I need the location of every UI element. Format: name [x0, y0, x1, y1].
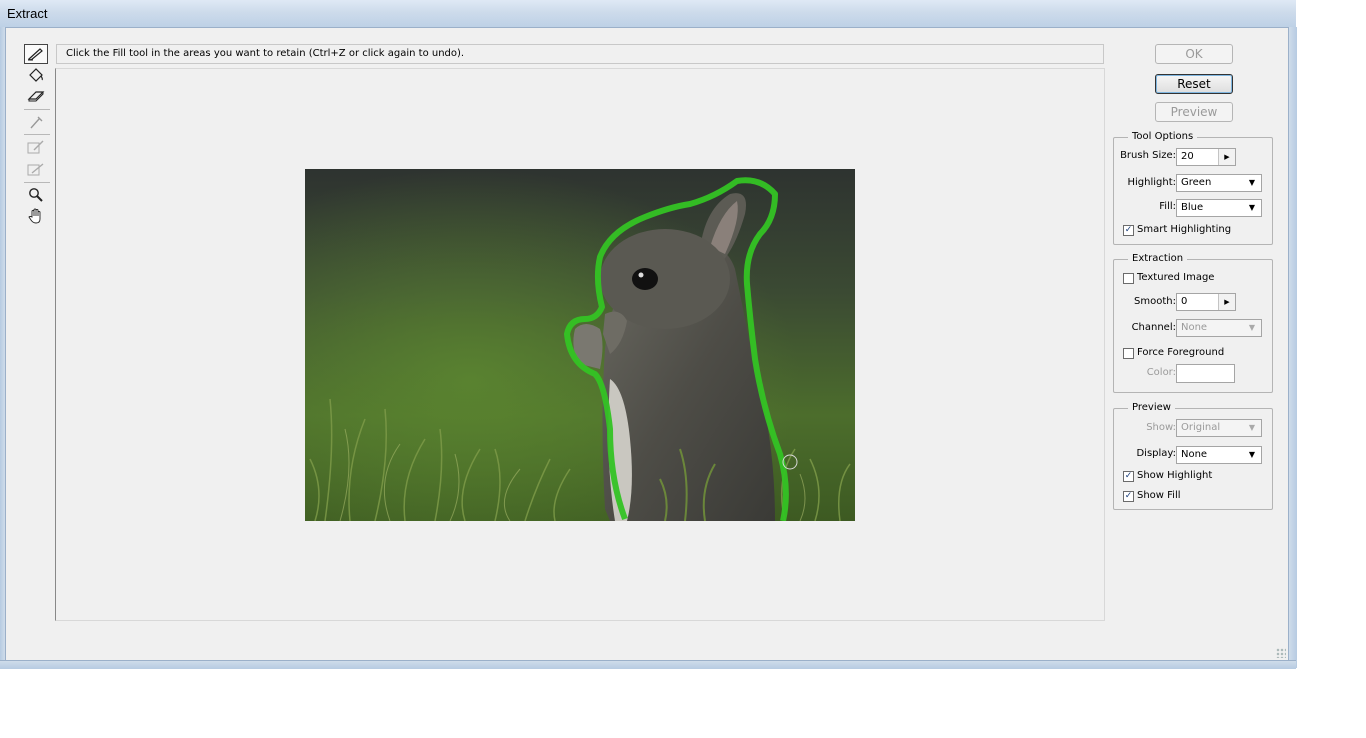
textured-image-checkbox[interactable]	[1123, 273, 1134, 284]
preview-button[interactable]: Preview	[1155, 102, 1233, 122]
brush-size-field[interactable]: 20 ▶	[1176, 148, 1236, 166]
resize-grip[interactable]	[1276, 648, 1286, 658]
window-title: Extract	[7, 6, 48, 21]
force-foreground-checkbox[interactable]	[1123, 348, 1134, 359]
chevron-down-icon: ▼	[1248, 323, 1256, 332]
cleanup-icon	[27, 140, 44, 154]
smooth-slider-arrow-icon[interactable]: ▶	[1218, 294, 1235, 310]
extraction-title: Extraction	[1128, 253, 1188, 264]
preview-title: Preview	[1128, 402, 1175, 413]
edge-touchup-tool[interactable]	[24, 159, 48, 179]
display-select[interactable]: None ▼	[1176, 446, 1262, 464]
smooth-label: Smooth:	[1134, 296, 1176, 307]
extract-dialog: Extract Click the Fill tool in the areas…	[0, 0, 1297, 669]
brush-size-label: Brush Size:	[1120, 150, 1176, 161]
color-label: Color:	[1146, 367, 1176, 378]
smart-highlighting-label[interactable]: Smart Highlighting	[1137, 224, 1231, 235]
show-highlight-label[interactable]: Show Highlight	[1137, 470, 1212, 481]
textured-image-label[interactable]: Textured Image	[1137, 272, 1214, 283]
edge-touchup-icon	[27, 163, 44, 176]
edge-highlighter-icon	[27, 48, 43, 61]
show-fill-label[interactable]: Show Fill	[1137, 490, 1181, 501]
zoom-tool[interactable]	[24, 185, 48, 205]
chevron-down-icon: ▼	[1248, 423, 1256, 432]
color-swatch[interactable]	[1176, 364, 1235, 383]
eraser-tool[interactable]	[24, 86, 48, 106]
fill-tool[interactable]	[24, 65, 48, 85]
window-right-border	[1288, 27, 1297, 668]
instructions-bar: Click the Fill tool in the areas you wan…	[56, 44, 1104, 64]
instructions-text: Click the Fill tool in the areas you wan…	[66, 48, 465, 59]
edge-highlighter-tool[interactable]	[24, 44, 48, 64]
zoom-icon	[29, 188, 43, 202]
highlight-label: Highlight:	[1127, 177, 1176, 188]
title-bar[interactable]: Extract	[0, 0, 1296, 28]
bunny-photo[interactable]	[305, 169, 855, 521]
extraction-group: Extraction Textured Image Smooth: 0 ▶ Ch…	[1113, 253, 1273, 393]
eraser-icon	[27, 91, 45, 102]
eyedropper-icon	[30, 116, 43, 129]
display-label: Display:	[1136, 448, 1176, 459]
preview-group: Preview Show: Original ▼ Display: None ▼…	[1113, 402, 1273, 510]
tool-options-title: Tool Options	[1128, 131, 1198, 142]
window-bottom-border	[0, 660, 1296, 669]
chevron-down-icon: ▼	[1248, 178, 1256, 187]
channel-value: None	[1181, 322, 1208, 333]
fill-value: Blue	[1181, 202, 1204, 213]
channel-select[interactable]: None ▼	[1176, 319, 1262, 337]
tool-options-group: Tool Options Brush Size: 20 ▶ Highlight:…	[1113, 131, 1273, 245]
ok-button[interactable]: OK	[1155, 44, 1233, 64]
show-label: Show:	[1146, 422, 1176, 433]
toolbox-separator	[24, 182, 50, 183]
fill-label: Fill:	[1159, 201, 1176, 212]
reset-button[interactable]: Reset	[1155, 74, 1233, 94]
hand-icon	[28, 208, 41, 224]
brush-size-slider-arrow-icon[interactable]: ▶	[1218, 149, 1235, 165]
display-value: None	[1181, 449, 1208, 460]
show-value: Original	[1181, 422, 1221, 433]
cleanup-tool[interactable]	[24, 137, 48, 157]
hand-tool[interactable]	[24, 206, 48, 226]
window-left-border	[0, 27, 6, 668]
smooth-field[interactable]: 0 ▶	[1176, 293, 1236, 311]
force-foreground-label[interactable]: Force Foreground	[1137, 347, 1224, 358]
eyedropper-tool[interactable]	[24, 112, 48, 132]
smooth-value: 0	[1181, 296, 1188, 307]
highlight-select[interactable]: Green ▼	[1176, 174, 1262, 192]
toolbox-separator	[24, 109, 50, 110]
fill-icon	[29, 68, 43, 82]
show-select[interactable]: Original ▼	[1176, 419, 1262, 437]
show-highlight-checkbox[interactable]: ✓	[1123, 471, 1134, 482]
chevron-down-icon: ▼	[1248, 450, 1256, 459]
show-fill-checkbox[interactable]: ✓	[1123, 491, 1134, 502]
channel-label: Channel:	[1131, 322, 1176, 333]
toolbox-separator	[24, 134, 50, 135]
fill-select[interactable]: Blue ▼	[1176, 199, 1262, 217]
brush-size-value: 20	[1181, 151, 1194, 162]
highlight-value: Green	[1181, 177, 1212, 188]
smart-highlighting-checkbox[interactable]: ✓	[1123, 225, 1134, 236]
chevron-down-icon: ▼	[1248, 203, 1256, 212]
